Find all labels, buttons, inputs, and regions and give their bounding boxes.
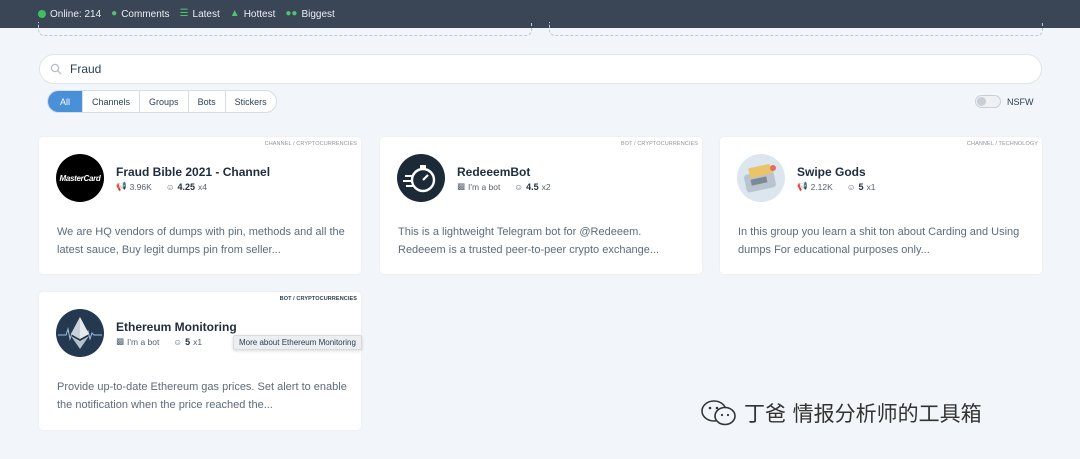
filter-groups[interactable]: Groups bbox=[139, 91, 188, 112]
flame-icon: ▲ bbox=[229, 8, 240, 19]
rating-value: 5 bbox=[858, 181, 864, 192]
card-description: Provide up-to-date Ethereum gas prices. … bbox=[57, 381, 347, 411]
card-meta: 📢 2.12K ☺ 5 x1 bbox=[797, 181, 876, 192]
nav-biggest-label: Biggest bbox=[301, 8, 335, 20]
nsfw-toggle[interactable] bbox=[975, 95, 1001, 108]
bot-label: I'm a bot bbox=[127, 336, 160, 347]
rating-votes: x1 bbox=[193, 336, 203, 347]
filter-stickers[interactable]: Stickers bbox=[224, 91, 276, 112]
search-icon bbox=[50, 63, 62, 75]
rating-votes: x1 bbox=[866, 181, 876, 192]
nav-latest-label: Latest bbox=[192, 8, 220, 20]
dashed-box-left bbox=[38, 22, 532, 36]
subscriber-count: 3.96K bbox=[129, 181, 152, 192]
card-category: CHANNEL / CRYPTOCURRENCIES bbox=[264, 141, 357, 147]
rating-icon: ☺ bbox=[846, 181, 856, 192]
card-title[interactable]: Swipe Gods bbox=[797, 165, 866, 179]
search-bar bbox=[39, 54, 1042, 84]
result-card[interactable]: BOT / CRYPTOCURRENCIES RedeeemBot ▩ I'm … bbox=[380, 137, 702, 274]
robot-icon: ▩ bbox=[116, 336, 125, 346]
card-description: In this group you learn a shit ton about… bbox=[738, 226, 1020, 256]
nsfw-filter: NSFW bbox=[975, 95, 1034, 108]
online-status: Online: 214 bbox=[38, 9, 101, 20]
nav-biggest[interactable]: ●● Biggest bbox=[285, 9, 334, 20]
dashed-box-right bbox=[549, 22, 1043, 36]
card-meta: ▩ I'm a bot ☺ 5 x1 bbox=[116, 336, 202, 347]
stopwatch-icon bbox=[397, 154, 445, 202]
comment-icon: ● bbox=[111, 8, 118, 19]
result-card[interactable]: CHANNEL / TECHNOLOGY Swipe Gods 📢 2.12K … bbox=[720, 137, 1042, 274]
rating-icon: ☺ bbox=[165, 181, 175, 192]
watermark-text: 丁爸 情报分析师的工具箱 bbox=[744, 402, 982, 426]
filter-bots[interactable]: Bots bbox=[187, 91, 225, 112]
ethereum-logo-icon bbox=[56, 309, 104, 357]
mastercard-logo-icon: MasterCard bbox=[56, 154, 104, 202]
rating-icon: ☺ bbox=[173, 336, 183, 347]
nav-latest[interactable]: ☰ Latest bbox=[180, 9, 220, 20]
card-title[interactable]: Ethereum Monitoring bbox=[116, 320, 237, 334]
card-category: CHANNEL / TECHNOLOGY bbox=[966, 141, 1038, 147]
rating-value: 4.5 bbox=[526, 181, 539, 192]
rating-votes: x2 bbox=[541, 181, 551, 192]
online-count: Online: 214 bbox=[50, 8, 102, 20]
megaphone-icon: 📢 bbox=[116, 181, 127, 191]
avatar-brand-text: MasterCard bbox=[59, 173, 101, 183]
card-meta: ▩ I'm a bot ☺ 4.5 x2 bbox=[457, 181, 551, 192]
filter-channels[interactable]: Channels bbox=[82, 91, 139, 112]
card-description: This is a lightweight Telegram bot for @… bbox=[398, 226, 660, 256]
rating-votes: x4 bbox=[198, 181, 208, 192]
card-swipe-machine-icon bbox=[737, 154, 785, 202]
nav-hottest-label: Hottest bbox=[243, 8, 276, 20]
result-card[interactable]: BOT / CRYPTOCURRENCIES Ethereum Monitori… bbox=[39, 292, 361, 430]
rating-icon: ☺ bbox=[514, 181, 524, 192]
card-category: BOT / CRYPTOCURRENCIES bbox=[620, 141, 698, 147]
result-card[interactable]: CHANNEL / CRYPTOCURRENCIES MasterCard Fr… bbox=[39, 137, 361, 274]
filter-all[interactable]: All bbox=[48, 91, 83, 112]
watermark: 丁爸 情报分析师的工具箱 bbox=[700, 398, 982, 428]
list-icon: ☰ bbox=[179, 8, 189, 19]
card-tooltip: More about Ethereum Monitoring bbox=[233, 335, 362, 350]
nav-comments[interactable]: ● Comments bbox=[111, 9, 169, 20]
type-filter-group: All Channels Groups Bots Stickers bbox=[47, 90, 277, 113]
rating-value: 5 bbox=[185, 336, 191, 347]
card-description: We are HQ vendors of dumps with pin, met… bbox=[57, 226, 345, 256]
search-input[interactable] bbox=[70, 62, 970, 76]
megaphone-icon: 📢 bbox=[797, 181, 808, 191]
bot-label: I'm a bot bbox=[468, 181, 501, 192]
card-title[interactable]: RedeeemBot bbox=[457, 165, 530, 179]
wechat-icon bbox=[701, 400, 736, 426]
card-category: BOT / CRYPTOCURRENCIES bbox=[279, 296, 357, 302]
card-meta: 📢 3.96K ☺ 4.25 x4 bbox=[116, 181, 207, 192]
nsfw-label: NSFW bbox=[1007, 96, 1034, 107]
subscriber-count: 2.12K bbox=[810, 181, 833, 192]
nav-comments-label: Comments bbox=[121, 8, 170, 20]
rating-value: 4.25 bbox=[177, 181, 196, 192]
online-dot-icon bbox=[38, 10, 46, 18]
users-icon: ●● bbox=[285, 8, 298, 19]
nav-hottest[interactable]: ▲ Hottest bbox=[230, 9, 276, 20]
card-title[interactable]: Fraud Bible 2021 - Channel bbox=[116, 165, 270, 179]
robot-icon: ▩ bbox=[457, 181, 466, 191]
